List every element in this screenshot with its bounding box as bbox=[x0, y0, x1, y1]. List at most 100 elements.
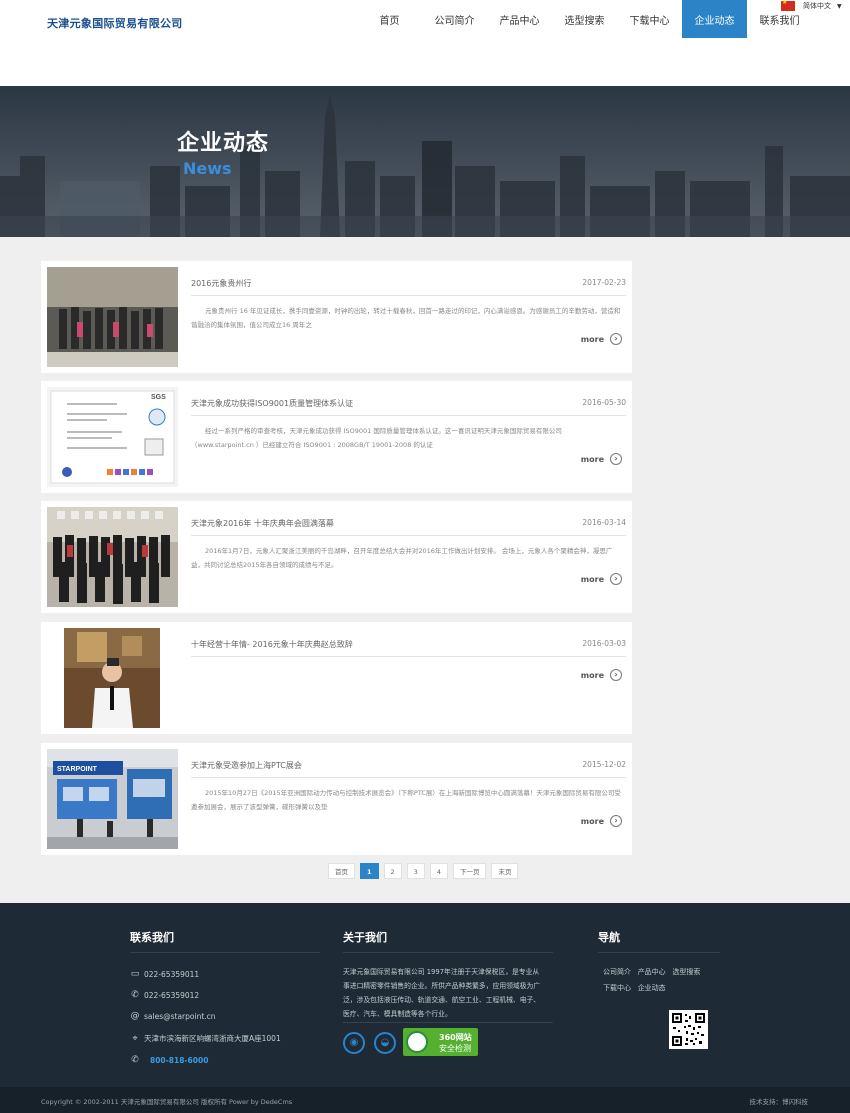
footer-link-about[interactable]: 公司简介 bbox=[603, 968, 631, 976]
nav-products[interactable]: 产品中心 bbox=[487, 0, 552, 38]
nav-news[interactable]: 企业动态 bbox=[682, 0, 747, 38]
copyright-text: Copyright © 2002-2011 天津元象国际贸易有限公司 版权所有 … bbox=[41, 1098, 293, 1106]
badge-line2: 安全检测 bbox=[439, 1044, 471, 1053]
site-footer: 联系我们 ▭ 022-65359011 ✆ 022-65359012 @ sal… bbox=[0, 903, 850, 1087]
tech-support-text: 技术支持：博闪科技 bbox=[749, 1098, 809, 1106]
caret-down-icon: ▼ bbox=[837, 2, 842, 10]
news-title[interactable]: 天津元象2016年 十年庆典年会圆满落幕 bbox=[191, 518, 334, 529]
address-text: 天津市滨海新区响螺湾浙商大厦A座1001 bbox=[144, 1034, 281, 1043]
news-excerpt: 2015年10月27日《2015年亚洲国际动力传动与控制技术展览会》（下称PTC… bbox=[191, 789, 621, 811]
more-link[interactable]: more › bbox=[581, 333, 622, 345]
badge-line1: 360网站 bbox=[439, 1033, 472, 1042]
news-item[interactable]: 2016元象贵州行 2017-02-23 元象贵州行 16 年见证成长，携手同壹… bbox=[41, 261, 632, 373]
email-icon: @ bbox=[130, 1011, 140, 1021]
divider bbox=[191, 415, 626, 416]
news-item[interactable]: 十年经营十年情- 2016元象十年庆典赵总致辞 2016-03-03 more … bbox=[41, 622, 632, 734]
svg-text:SGS: SGS bbox=[151, 394, 166, 401]
location-pin-icon: ⌖ bbox=[132, 1033, 138, 1044]
news-title[interactable]: 天津元象成功获得ISO9001质量管理体系认证 bbox=[191, 398, 353, 409]
email-address[interactable]: sales@starpoint.cn bbox=[144, 1012, 216, 1021]
footer-link-downloads[interactable]: 下载中心 bbox=[603, 984, 631, 992]
email-row: @ sales@starpoint.cn bbox=[130, 1011, 216, 1021]
chevron-right-circle-icon: › bbox=[610, 333, 622, 345]
page-first[interactable]: 首页 bbox=[328, 863, 355, 879]
chevron-right-circle-icon: › bbox=[610, 669, 622, 681]
more-link[interactable]: more › bbox=[581, 669, 622, 681]
page-next[interactable]: 下一页 bbox=[452, 863, 487, 879]
news-excerpt: 元象贵州行 16 年见证成长，携手同壹资源，时钟的出轮，转过十载春秋，回首一路走… bbox=[191, 307, 621, 329]
phone-row: ✆ 022-65359012 bbox=[130, 990, 199, 1000]
divider bbox=[191, 535, 626, 536]
footer-link-selection[interactable]: 选型搜索 bbox=[672, 968, 700, 976]
nav-home[interactable]: 首页 bbox=[357, 0, 422, 38]
pagination: 首页 1 2 3 4 下一页 末页 bbox=[328, 863, 523, 879]
more-link[interactable]: more › bbox=[581, 815, 622, 827]
address-row: ⌖ 天津市滨海新区响螺湾浙商大厦A座1001 bbox=[130, 1033, 281, 1044]
language-switcher[interactable]: 简体中文 ▼ bbox=[781, 0, 842, 12]
footer-link-products[interactable]: 产品中心 bbox=[638, 968, 666, 976]
news-thumbnail[interactable] bbox=[47, 267, 178, 367]
nav-selection-search[interactable]: 选型搜索 bbox=[552, 0, 617, 38]
news-item[interactable]: STARPOINT 天津元象受邀参加上海PTC展会 2015-12-02 201… bbox=[41, 743, 632, 855]
divider bbox=[130, 952, 320, 953]
chevron-right-circle-icon: › bbox=[610, 453, 622, 465]
page-last[interactable]: 末页 bbox=[491, 863, 519, 879]
security-badge[interactable]: 360网站 安全检测 bbox=[403, 1028, 478, 1056]
news-title[interactable]: 2016元象贵州行 bbox=[191, 278, 251, 289]
news-thumbnail[interactable]: SGS bbox=[47, 387, 178, 487]
about-text: 天津元象国际贸易有限公司 1997年注册于天津保税区，是专业从事进口精密零件销售… bbox=[343, 968, 541, 1018]
language-label: 简体中文 bbox=[803, 2, 831, 10]
news-excerpt: 2016年1月7日，元象人汇聚浙江美丽的千岛湖畔，召开年度总结大会并对2016年… bbox=[191, 547, 613, 569]
news-date: 2016-03-03 bbox=[582, 639, 626, 648]
news-thumbnail[interactable]: STARPOINT bbox=[47, 749, 178, 849]
news-excerpt: 经过一系列严格的审查考核，天津元象成功获得 ISO9001 国际质量管理体系认证… bbox=[191, 427, 562, 449]
contact-heading: 联系我们 bbox=[130, 931, 174, 944]
page: 天津元象国际贸易有限公司 首页 公司简介 产品中心 选型搜索 下载中心 企业动态… bbox=[0, 0, 850, 1113]
main-nav: 首页 公司简介 产品中心 选型搜索 下载中心 企业动态 联系我们 bbox=[357, 0, 812, 38]
divider bbox=[343, 952, 553, 953]
footer-nav-row-1: 公司简介 产品中心 选型搜索 bbox=[603, 967, 700, 977]
china-flag-icon bbox=[781, 0, 795, 11]
fax-icon: ▭ bbox=[130, 969, 140, 979]
divider bbox=[191, 656, 626, 657]
news-thumbnail[interactable] bbox=[47, 507, 178, 607]
fax-row: ▭ 022-65359011 bbox=[130, 969, 199, 979]
news-date: 2015-12-02 bbox=[582, 760, 626, 769]
news-date: 2016-05-30 bbox=[582, 398, 626, 407]
svg-text:STARPOINT: STARPOINT bbox=[57, 766, 98, 773]
more-link[interactable]: more › bbox=[581, 573, 622, 585]
more-label: more bbox=[580, 334, 604, 344]
nav-about[interactable]: 公司简介 bbox=[422, 0, 487, 38]
hotline-phone-icon: ✆ bbox=[131, 1055, 139, 1065]
copyright-bar: Copyright © 2002-2011 天津元象国际贸易有限公司 版权所有 … bbox=[0, 1087, 850, 1113]
divider bbox=[343, 1022, 553, 1023]
wechat-icon[interactable]: ◉ bbox=[343, 1032, 365, 1054]
news-item[interactable]: SGS 天津元象成功获得ISO9001质量管理体系认证 2016-05-30 经… bbox=[41, 381, 632, 493]
qq-icon[interactable]: ◒ bbox=[374, 1032, 396, 1054]
chevron-right-circle-icon: › bbox=[610, 573, 622, 585]
site-logo[interactable]: 天津元象国际贸易有限公司 bbox=[47, 15, 183, 31]
more-label: more bbox=[580, 574, 604, 584]
hotline-row: ✆ 800-818-6000 bbox=[130, 1055, 208, 1065]
banner-subtitle: News bbox=[183, 159, 232, 178]
divider bbox=[598, 952, 720, 953]
footer-nav-row-2: 下载中心 企业动态 bbox=[603, 983, 666, 993]
nav-downloads[interactable]: 下载中心 bbox=[617, 0, 682, 38]
news-item[interactable]: 天津元象2016年 十年庆典年会圆满落幕 2016-03-14 2016年1月7… bbox=[41, 501, 632, 613]
page-1[interactable]: 1 bbox=[360, 863, 379, 879]
qr-code-icon bbox=[669, 1010, 708, 1049]
more-link[interactable]: more › bbox=[581, 453, 622, 465]
news-date: 2017-02-23 bbox=[582, 278, 626, 287]
page-3[interactable]: 3 bbox=[406, 863, 425, 879]
news-date: 2016-03-14 bbox=[582, 518, 626, 527]
phone-icon: ✆ bbox=[131, 990, 139, 1000]
banner-title: 企业动态 bbox=[177, 131, 270, 156]
page-2[interactable]: 2 bbox=[383, 863, 402, 879]
news-title[interactable]: 天津元象受邀参加上海PTC展会 bbox=[191, 760, 302, 771]
news-thumbnail[interactable] bbox=[47, 628, 178, 728]
fax-number: 022-65359011 bbox=[144, 969, 200, 979]
page-4[interactable]: 4 bbox=[429, 863, 448, 879]
news-title[interactable]: 十年经营十年情- 2016元象十年庆典赵总致辞 bbox=[191, 639, 353, 650]
nav-heading: 导航 bbox=[598, 931, 620, 944]
footer-link-news[interactable]: 企业动态 bbox=[638, 984, 666, 992]
